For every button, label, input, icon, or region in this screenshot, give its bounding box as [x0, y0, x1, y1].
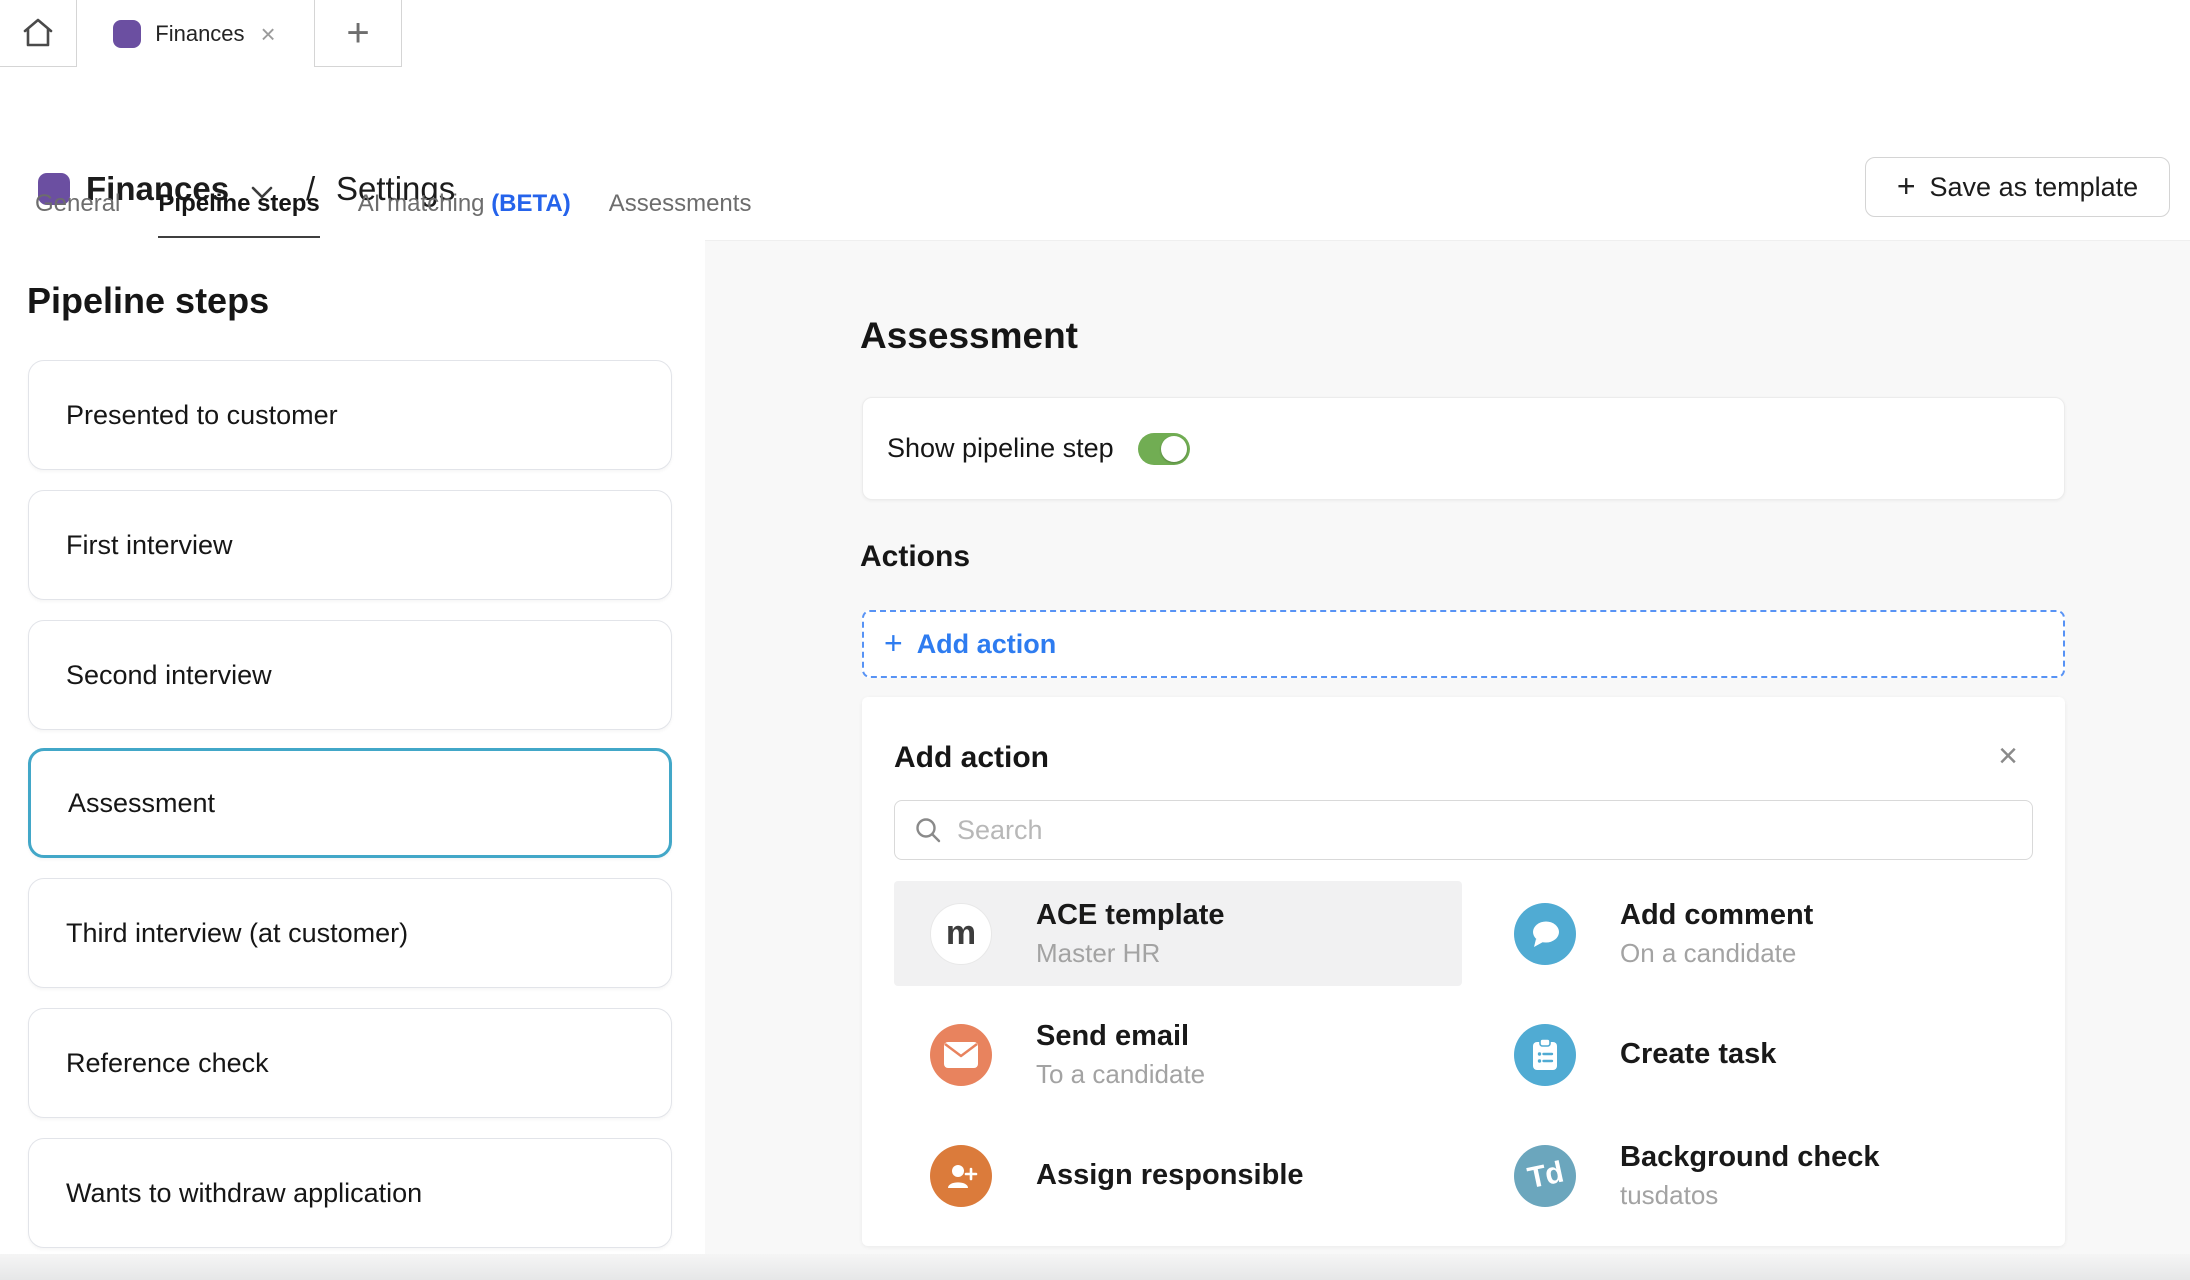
- add-action-panel: Add action × m ACE template Master HR Ad…: [862, 697, 2065, 1246]
- app-root: Finances × + Finances / Settings + Save …: [0, 0, 2190, 1280]
- pipeline-step-second-interview[interactable]: Second interview: [28, 620, 672, 730]
- tab-ai-matching[interactable]: AI matching (BETA): [358, 190, 571, 236]
- tab-finances[interactable]: Finances ×: [77, 0, 315, 67]
- step-detail-heading: Assessment: [860, 315, 1078, 357]
- save-as-template-button[interactable]: + Save as template: [1865, 157, 2170, 217]
- settings-nav-tabs: General Pipeline steps AI matching (BETA…: [35, 190, 751, 240]
- plus-icon: +: [884, 627, 903, 659]
- m-avatar-icon: m: [930, 903, 992, 965]
- home-button[interactable]: [0, 0, 77, 67]
- action-item-assign-responsible[interactable]: Assign responsible: [894, 1123, 1462, 1228]
- tab-close-icon[interactable]: ×: [259, 19, 278, 49]
- plus-icon: +: [1897, 170, 1916, 202]
- person-plus-icon: [930, 1145, 992, 1207]
- add-action-button[interactable]: + Add action: [862, 610, 2065, 678]
- pipeline-step-presented-to-customer[interactable]: Presented to customer: [28, 360, 672, 470]
- add-action-panel-heading: Add action: [894, 741, 1049, 775]
- pipeline-steps-heading: Pipeline steps: [27, 280, 269, 322]
- comment-icon: [1514, 903, 1576, 965]
- home-icon: [21, 17, 55, 49]
- clipboard-icon: [1514, 1024, 1576, 1086]
- tab-pipeline-steps[interactable]: Pipeline steps: [158, 190, 319, 238]
- tab-general[interactable]: General: [35, 190, 120, 236]
- action-item-create-task[interactable]: Create task: [1478, 1002, 2046, 1107]
- action-search-box: [894, 800, 2033, 860]
- show-pipeline-step-label: Show pipeline step: [887, 433, 1114, 464]
- tab-assessments[interactable]: Assessments: [609, 190, 752, 236]
- search-input[interactable]: [957, 815, 2032, 846]
- browser-tab-bar: Finances × +: [0, 0, 2190, 67]
- pipeline-step-wants-to-withdraw[interactable]: Wants to withdraw application: [28, 1138, 672, 1248]
- plus-icon: +: [346, 13, 369, 53]
- page-bottom-edge: [0, 1254, 2190, 1280]
- action-item-background-check[interactable]: Td Background check tusdatos: [1478, 1123, 2046, 1228]
- tab-color-chip: [113, 20, 141, 48]
- action-item-add-comment[interactable]: Add comment On a candidate: [1478, 881, 2046, 986]
- action-item-ace-template[interactable]: m ACE template Master HR: [894, 881, 1462, 986]
- pipeline-step-reference-check[interactable]: Reference check: [28, 1008, 672, 1118]
- actions-heading: Actions: [860, 540, 970, 574]
- pipeline-step-first-interview[interactable]: First interview: [28, 490, 672, 600]
- action-item-send-email[interactable]: Send email To a candidate: [894, 1002, 1462, 1107]
- close-icon[interactable]: ×: [1990, 739, 2026, 775]
- envelope-icon: [930, 1024, 992, 1086]
- beta-badge: (BETA): [491, 190, 571, 217]
- show-pipeline-step-toggle[interactable]: [1138, 433, 1190, 465]
- pipeline-step-assessment[interactable]: Assessment: [28, 748, 672, 858]
- search-icon: [913, 815, 943, 845]
- show-pipeline-step-card: Show pipeline step: [862, 397, 2065, 500]
- tab-title: Finances: [155, 21, 244, 47]
- page-header: Finances / Settings + Save as template: [0, 67, 2190, 190]
- tusdatos-logo-icon: Td: [1514, 1145, 1576, 1207]
- new-tab-button[interactable]: +: [315, 0, 402, 67]
- pipeline-step-third-interview[interactable]: Third interview (at customer): [28, 878, 672, 988]
- toggle-knob: [1161, 436, 1187, 462]
